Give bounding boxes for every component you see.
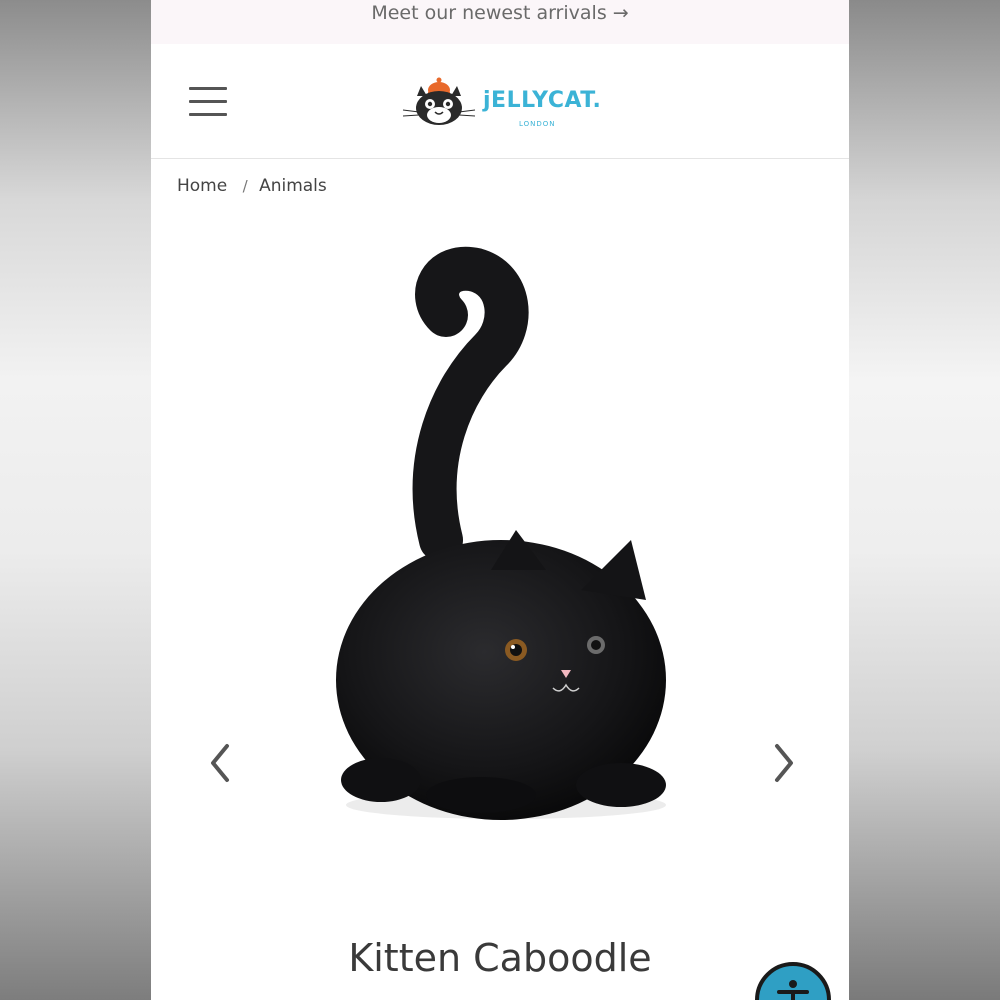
accessibility-button[interactable] <box>755 962 831 1000</box>
product-title: Kitten Caboodle <box>348 936 652 980</box>
breadcrumb-home[interactable]: Home <box>177 176 227 196</box>
background-left <box>0 0 151 1000</box>
accessibility-icon <box>777 980 809 1000</box>
announcement-bar: Meet our newest arrivals → <box>151 0 849 44</box>
prev-image-button[interactable] <box>201 738 241 788</box>
chevron-right-icon <box>775 744 793 782</box>
product-image <box>336 246 666 820</box>
site-header: jELLYCAT. LONDON <box>151 44 849 159</box>
logo-subtitle: LONDON <box>519 120 556 128</box>
chevron-left-icon <box>211 744 229 782</box>
logo-wordmark: jELLYCAT. <box>483 88 602 113</box>
next-image-button[interactable] <box>763 738 803 788</box>
announcement-link[interactable]: Meet our newest arrivals → <box>371 0 628 26</box>
background-right <box>849 0 1000 1000</box>
mobile-page: Meet our newest arrivals → jELLYCAT. LON… <box>151 0 849 1000</box>
breadcrumb-separator: / <box>242 177 248 195</box>
jellycat-logo[interactable]: jELLYCAT. LONDON <box>399 66 604 138</box>
breadcrumb: Home / Animals <box>177 176 327 196</box>
product-gallery <box>151 230 849 850</box>
breadcrumb-animals[interactable]: Animals <box>259 176 327 196</box>
hamburger-menu-icon[interactable] <box>189 87 229 117</box>
